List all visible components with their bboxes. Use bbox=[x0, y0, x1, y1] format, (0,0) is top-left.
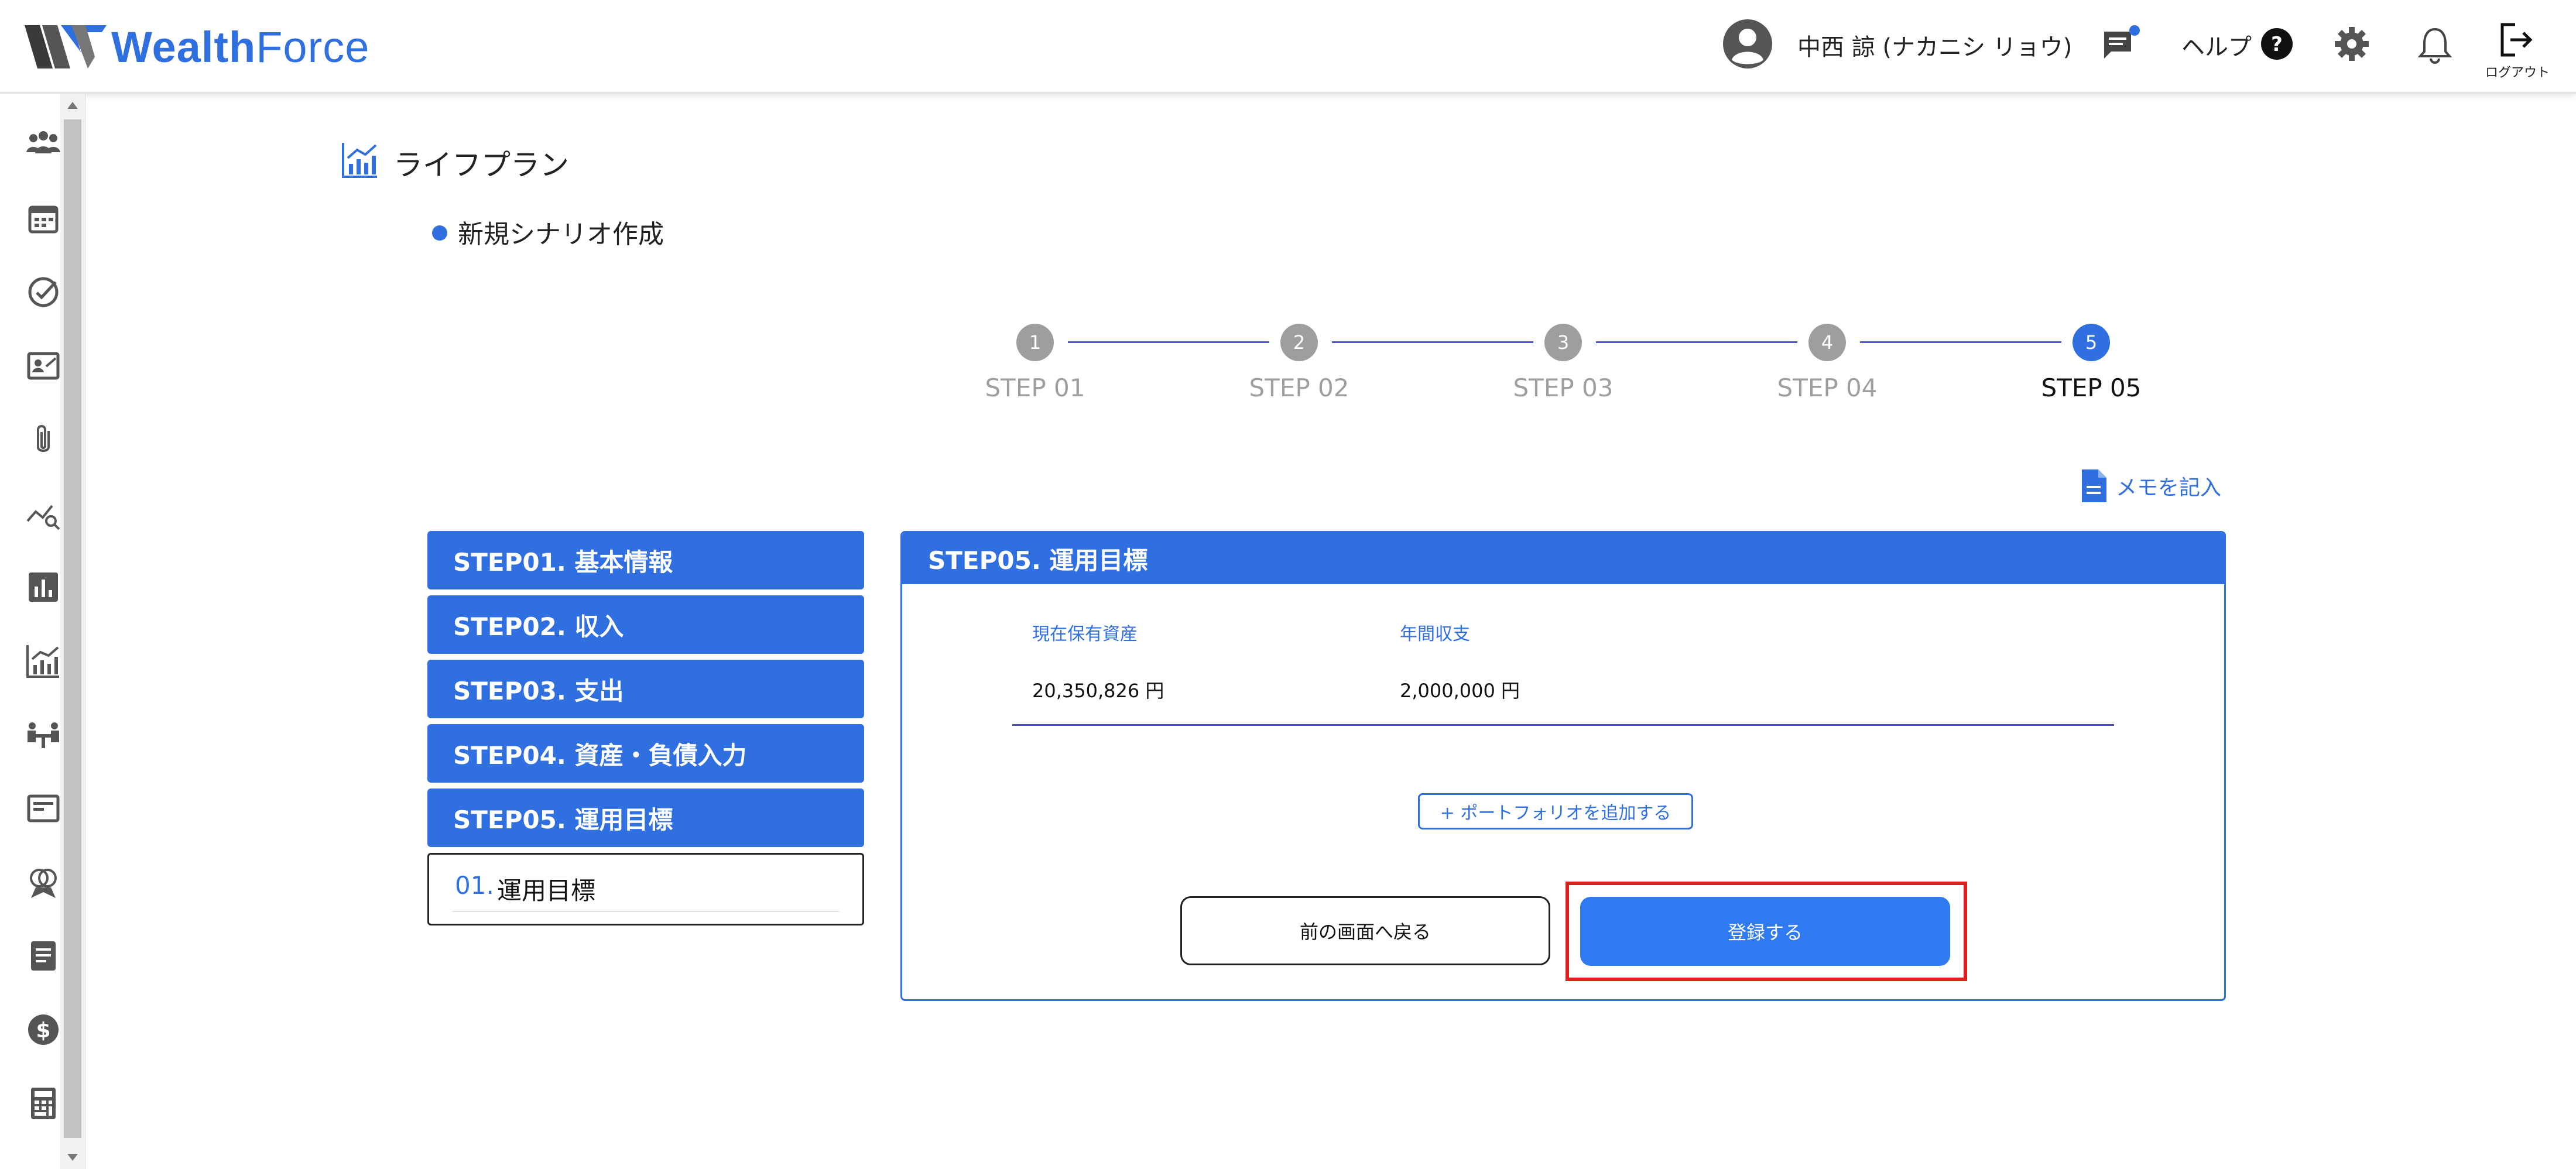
back-button[interactable]: 前の画面へ戻る bbox=[1180, 896, 1550, 965]
step-4-label[interactable]: STEP 04 bbox=[1739, 373, 1915, 402]
svg-text:?: ? bbox=[2271, 33, 2283, 56]
logo-mark-icon bbox=[25, 25, 107, 68]
life-plan-chart-icon bbox=[342, 143, 377, 178]
document-icon bbox=[2082, 469, 2106, 502]
annual-balance-label: 年間収支 bbox=[1400, 624, 1470, 645]
step-3-circle[interactable]: 3 bbox=[1544, 324, 1582, 361]
bar-chart-icon bbox=[29, 572, 58, 602]
panel-divider bbox=[1012, 724, 2114, 726]
scroll-up-icon[interactable] bbox=[67, 102, 78, 109]
step-4-circle[interactable]: 4 bbox=[1808, 324, 1846, 361]
step-1-circle[interactable]: 1 bbox=[1016, 324, 1054, 361]
memo-label[interactable]: メモを記入 bbox=[2116, 471, 2221, 501]
help-icon[interactable]: ? bbox=[2260, 27, 2294, 61]
chat-icon[interactable] bbox=[2101, 25, 2142, 66]
current-assets-label: 現在保有資産 bbox=[1032, 624, 1138, 645]
contact-card-icon bbox=[27, 352, 60, 380]
page-title: ライフプラン bbox=[393, 148, 569, 182]
sidebar: $ bbox=[0, 94, 85, 1169]
add-portfolio-button[interactable]: + ポートフォリオを追加する bbox=[1418, 793, 1693, 829]
investment-goal-panel: STEP05. 運用目標 現在保有資産 年間収支 20,350,826 円 2,… bbox=[900, 531, 2226, 1001]
life-plan-chart-icon bbox=[26, 645, 59, 678]
attachment-icon bbox=[37, 425, 50, 452]
svg-text:$: $ bbox=[36, 1019, 50, 1043]
menu-sub-label: 運用目標 bbox=[497, 876, 596, 905]
app-header: WealthForce 中西 諒 (ナカニシ リョウ) ヘルプ ? ログアウト bbox=[0, 0, 2576, 94]
dollar-icon: $ bbox=[28, 1014, 59, 1045]
logo-text: WealthForce bbox=[111, 22, 370, 71]
section-bullet bbox=[432, 225, 447, 241]
step-1-label[interactable]: STEP 01 bbox=[947, 373, 1123, 402]
menu-sub-underline bbox=[453, 911, 839, 912]
help-label[interactable]: ヘルプ bbox=[2181, 28, 2252, 62]
menu-step03-expenses[interactable]: STEP03. 支出 bbox=[427, 660, 864, 718]
menu-step05-investment-goal[interactable]: STEP05. 運用目標 bbox=[427, 789, 864, 847]
logout-icon[interactable] bbox=[2498, 21, 2535, 59]
register-button[interactable]: 登録する bbox=[1580, 897, 1950, 966]
menu-step02-income[interactable]: STEP02. 収入 bbox=[427, 595, 864, 654]
calendar-icon bbox=[28, 205, 59, 234]
section-title: 新規シナリオ作成 bbox=[458, 220, 664, 249]
news-icon bbox=[27, 794, 60, 822]
customers-icon bbox=[26, 131, 60, 153]
stepper-connector bbox=[1860, 341, 2061, 343]
panel-title: STEP05. 運用目標 bbox=[902, 533, 2224, 584]
user-avatar-icon[interactable] bbox=[1721, 18, 1774, 70]
stepper-connector bbox=[1068, 341, 1269, 343]
check-circle-icon bbox=[28, 277, 59, 307]
scrollbar-thumb[interactable] bbox=[64, 119, 81, 1138]
step-2-label[interactable]: STEP 02 bbox=[1211, 373, 1387, 402]
step-5-circle[interactable]: 5 bbox=[2073, 324, 2110, 361]
scroll-down-icon[interactable] bbox=[67, 1154, 78, 1161]
step-3-label[interactable]: STEP 03 bbox=[1475, 373, 1651, 402]
menu-sub-investment-goal[interactable]: 01. 運用目標 bbox=[427, 853, 864, 925]
insurance-icon bbox=[30, 869, 57, 898]
menu-step04-assets-liabilities[interactable]: STEP04. 資産・負債入力 bbox=[427, 724, 864, 783]
user-name[interactable]: 中西 諒 (ナカニシ リョウ) bbox=[1797, 28, 2072, 62]
meeting-icon bbox=[28, 722, 59, 748]
calculator-icon bbox=[31, 1088, 56, 1119]
logout-label[interactable]: ログアウト bbox=[2482, 62, 2553, 81]
stepper-connector bbox=[1332, 341, 1533, 343]
document-icon bbox=[31, 941, 56, 971]
analysis-icon bbox=[26, 505, 60, 530]
notification-bell-icon[interactable] bbox=[2417, 26, 2453, 64]
step-menu: STEP01. 基本情報 STEP02. 収入 STEP03. 支出 STEP0… bbox=[427, 531, 864, 925]
sidebar-scrollbar[interactable] bbox=[60, 94, 85, 1169]
current-assets-value: 20,350,826 円 bbox=[1032, 680, 1164, 702]
wealthforce-logo[interactable]: WealthForce bbox=[25, 18, 369, 76]
step-2-circle[interactable]: 2 bbox=[1280, 324, 1318, 361]
stepper-connector bbox=[1596, 341, 1797, 343]
memo-link[interactable]: メモを記入 bbox=[2080, 468, 2221, 503]
annual-balance-value: 2,000,000 円 bbox=[1400, 680, 1520, 702]
menu-step01-basic-info[interactable]: STEP01. 基本情報 bbox=[427, 531, 864, 589]
menu-sub-number: 01. bbox=[455, 871, 494, 900]
settings-gear-icon[interactable] bbox=[2334, 26, 2370, 62]
step-5-label[interactable]: STEP 05 bbox=[2003, 373, 2179, 402]
